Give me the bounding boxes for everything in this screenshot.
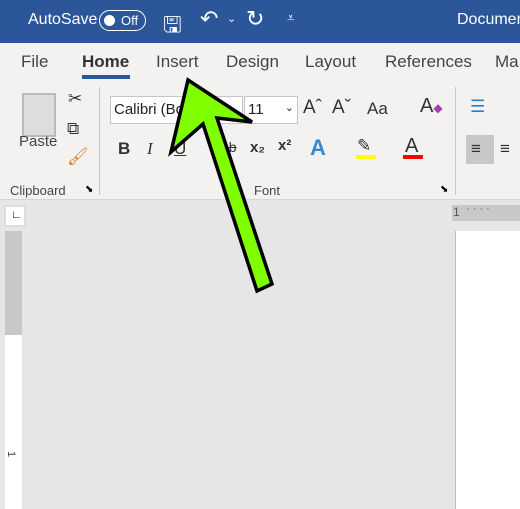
green-arrow-annotation bbox=[168, 77, 275, 294]
